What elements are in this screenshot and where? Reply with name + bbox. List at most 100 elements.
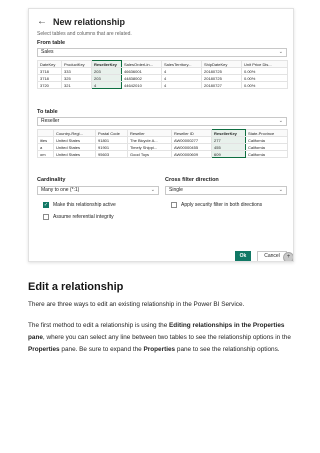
- table-cell: 46636001: [121, 67, 162, 75]
- to-table-preview: Country-Regi... Postal Code Reseller Resell…: [37, 129, 288, 158]
- security-filter-checkbox[interactable]: Apply security filter in both directions: [171, 202, 262, 208]
- new-relationship-dialog-screenshot: ← New relationship Select tables and col…: [28, 8, 294, 262]
- table-cell: AW00000455: [171, 143, 212, 151]
- assume-ri-checkbox[interactable]: Assume referential integrity: [43, 214, 114, 220]
- to-column-header[interactable]: [37, 129, 54, 137]
- table-cell: The Bicycle A...: [127, 136, 172, 144]
- from-column-header[interactable]: ProductKey: [61, 60, 92, 68]
- from-column-header[interactable]: SalesOrderLin...: [121, 60, 162, 68]
- table-cell: Good Toys: [127, 150, 172, 158]
- table-cell: 44642010: [121, 81, 162, 89]
- table-row: 3718 333 203 46636001 4 20180725 0.00%: [37, 67, 288, 75]
- text-run-bold: Properties: [143, 346, 176, 353]
- table-cell: AW00000609: [171, 150, 212, 158]
- table-cell: 20180725: [201, 74, 242, 82]
- dialog-header: ← New relationship: [37, 16, 125, 28]
- from-table-label: From table: [37, 40, 66, 46]
- table-cell: 3720: [37, 81, 62, 89]
- table-row: ities United States 91801 The Bicycle A... A…: [37, 136, 288, 144]
- table-cell: 91901: [95, 143, 128, 151]
- cursor-highlight-icon: +: [283, 252, 293, 261]
- checkmark-icon: ✓: [43, 201, 49, 208]
- table-cell: 203: [91, 67, 122, 75]
- table-cell: 333: [61, 67, 92, 75]
- table-cell: 277: [211, 136, 246, 144]
- to-column-header[interactable]: ResellerKey: [211, 129, 246, 137]
- table-cell: California: [245, 136, 288, 144]
- cardinality-dropdown[interactable]: Many to one (*:1) ⌄: [37, 186, 159, 195]
- arrow-left-icon[interactable]: ←: [37, 16, 49, 28]
- crossfilter-dropdown[interactable]: Single ⌄: [165, 186, 287, 195]
- table-cell: 455: [211, 143, 246, 151]
- table-row: a United States 91901 Timely Shippi... AW000…: [37, 143, 288, 151]
- table-cell: Timely Shippi...: [127, 143, 172, 151]
- text-run: , where you can select any line between …: [42, 334, 291, 341]
- crossfilter-value: Single: [169, 187, 183, 193]
- table-cell: AW00000277: [171, 136, 212, 144]
- to-column-header[interactable]: Country-Regi...: [53, 129, 96, 137]
- text-run: The first method to edit a relationship …: [28, 322, 170, 329]
- from-column-header[interactable]: ResellerKey: [91, 60, 122, 68]
- ok-button[interactable]: Ok: [235, 251, 251, 261]
- from-table-value: Sales: [41, 49, 54, 55]
- to-column-header[interactable]: Reseller: [127, 129, 172, 137]
- table-cell: 91801: [95, 136, 128, 144]
- table-cell: 0.00%: [241, 67, 288, 75]
- dialog-subtitle: Select tables and columns that are relat…: [37, 31, 132, 37]
- from-column-header[interactable]: Unit Price Dis...: [241, 60, 288, 68]
- paragraph-intro: There are three ways to edit an existing…: [28, 301, 245, 308]
- table-cell: a: [37, 143, 54, 151]
- table-cell: 3718: [37, 74, 62, 82]
- crossfilter-label: Cross filter direction: [165, 177, 219, 183]
- table-row: om United States 95603 Good Toys AW00000609 6…: [37, 150, 288, 158]
- table-cell: 95603: [95, 150, 128, 158]
- table-cell: 44838002: [121, 74, 162, 82]
- from-table-dropdown[interactable]: Sales ⌄: [37, 48, 287, 57]
- table-cell: 4: [161, 67, 202, 75]
- table-cell: 4: [91, 81, 122, 89]
- table-cell: 321: [61, 81, 92, 89]
- text-run: pane to see the relationship options.: [175, 346, 280, 353]
- from-grid-header: DateKey ProductKey ResellerKey SalesOrderLi…: [37, 60, 288, 68]
- cardinality-value: Many to one (*:1): [41, 187, 80, 193]
- table-cell: 0.00%: [241, 81, 288, 89]
- to-column-header[interactable]: Postal Code: [95, 129, 128, 137]
- table-cell: United States: [53, 143, 96, 151]
- table-cell: ities: [37, 136, 54, 144]
- make-active-label: Make this relationship active: [53, 202, 116, 208]
- chevron-down-icon: ⌄: [150, 187, 155, 193]
- table-row: 3718 325 203 44838002 4 20180725 0.00%: [37, 74, 288, 82]
- chevron-down-icon: ⌄: [278, 49, 283, 55]
- from-column-header[interactable]: SalesTerritory...: [161, 60, 202, 68]
- text-run-bold: Properties: [28, 346, 60, 353]
- cardinality-label: Cardinality: [37, 177, 66, 183]
- table-cell: 203: [91, 74, 122, 82]
- table-cell: 20180727: [201, 81, 242, 89]
- paragraph-first-method: The first method to edit a relationship …: [28, 320, 300, 356]
- to-table-label: To table: [37, 109, 58, 115]
- table-cell: 609: [211, 150, 246, 158]
- chevron-down-icon: ⌄: [278, 187, 283, 193]
- from-column-header[interactable]: ShipDateKey: [201, 60, 242, 68]
- table-cell: California: [245, 143, 288, 151]
- checkbox-empty-icon: [171, 202, 177, 208]
- checkbox-empty-icon: [43, 214, 49, 220]
- section-heading: Edit a relationship: [28, 281, 124, 293]
- table-cell: United States: [53, 136, 96, 144]
- table-cell: 20180725: [201, 67, 242, 75]
- dialog-title: New relationship: [53, 17, 126, 27]
- make-active-checkbox[interactable]: ✓ Make this relationship active: [43, 202, 116, 208]
- table-cell: 325: [61, 74, 92, 82]
- table-cell: 4: [161, 74, 202, 82]
- table-cell: United States: [53, 150, 96, 158]
- table-cell: om: [37, 150, 54, 158]
- table-cell: 3718: [37, 67, 62, 75]
- chevron-down-icon: ⌄: [278, 118, 283, 124]
- from-table-preview: DateKey ProductKey ResellerKey SalesOrderLi…: [37, 60, 288, 89]
- to-table-dropdown[interactable]: Reseller ⌄: [37, 117, 287, 126]
- to-table-value: Reseller: [41, 118, 60, 124]
- to-column-header[interactable]: Reseller ID: [171, 129, 212, 137]
- from-column-header[interactable]: DateKey: [37, 60, 62, 68]
- table-cell: 4: [161, 81, 202, 89]
- to-column-header[interactable]: State-Province: [245, 129, 288, 137]
